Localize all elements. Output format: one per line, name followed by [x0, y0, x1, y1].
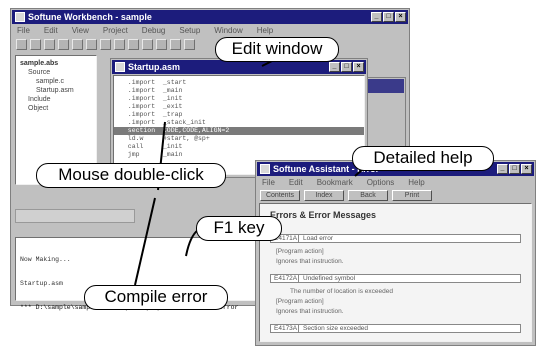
compile-error-pointer — [134, 197, 156, 286]
callout-mouse-double-click: Mouse double-click — [36, 163, 226, 188]
callout-edit-window: Edit window — [215, 37, 339, 62]
callout-f1-key: F1 key — [196, 216, 282, 241]
callout-detailed-help: Detailed help — [352, 146, 494, 171]
callout-compile-error: Compile error — [84, 285, 228, 310]
detailed-help-pointer — [354, 169, 363, 177]
